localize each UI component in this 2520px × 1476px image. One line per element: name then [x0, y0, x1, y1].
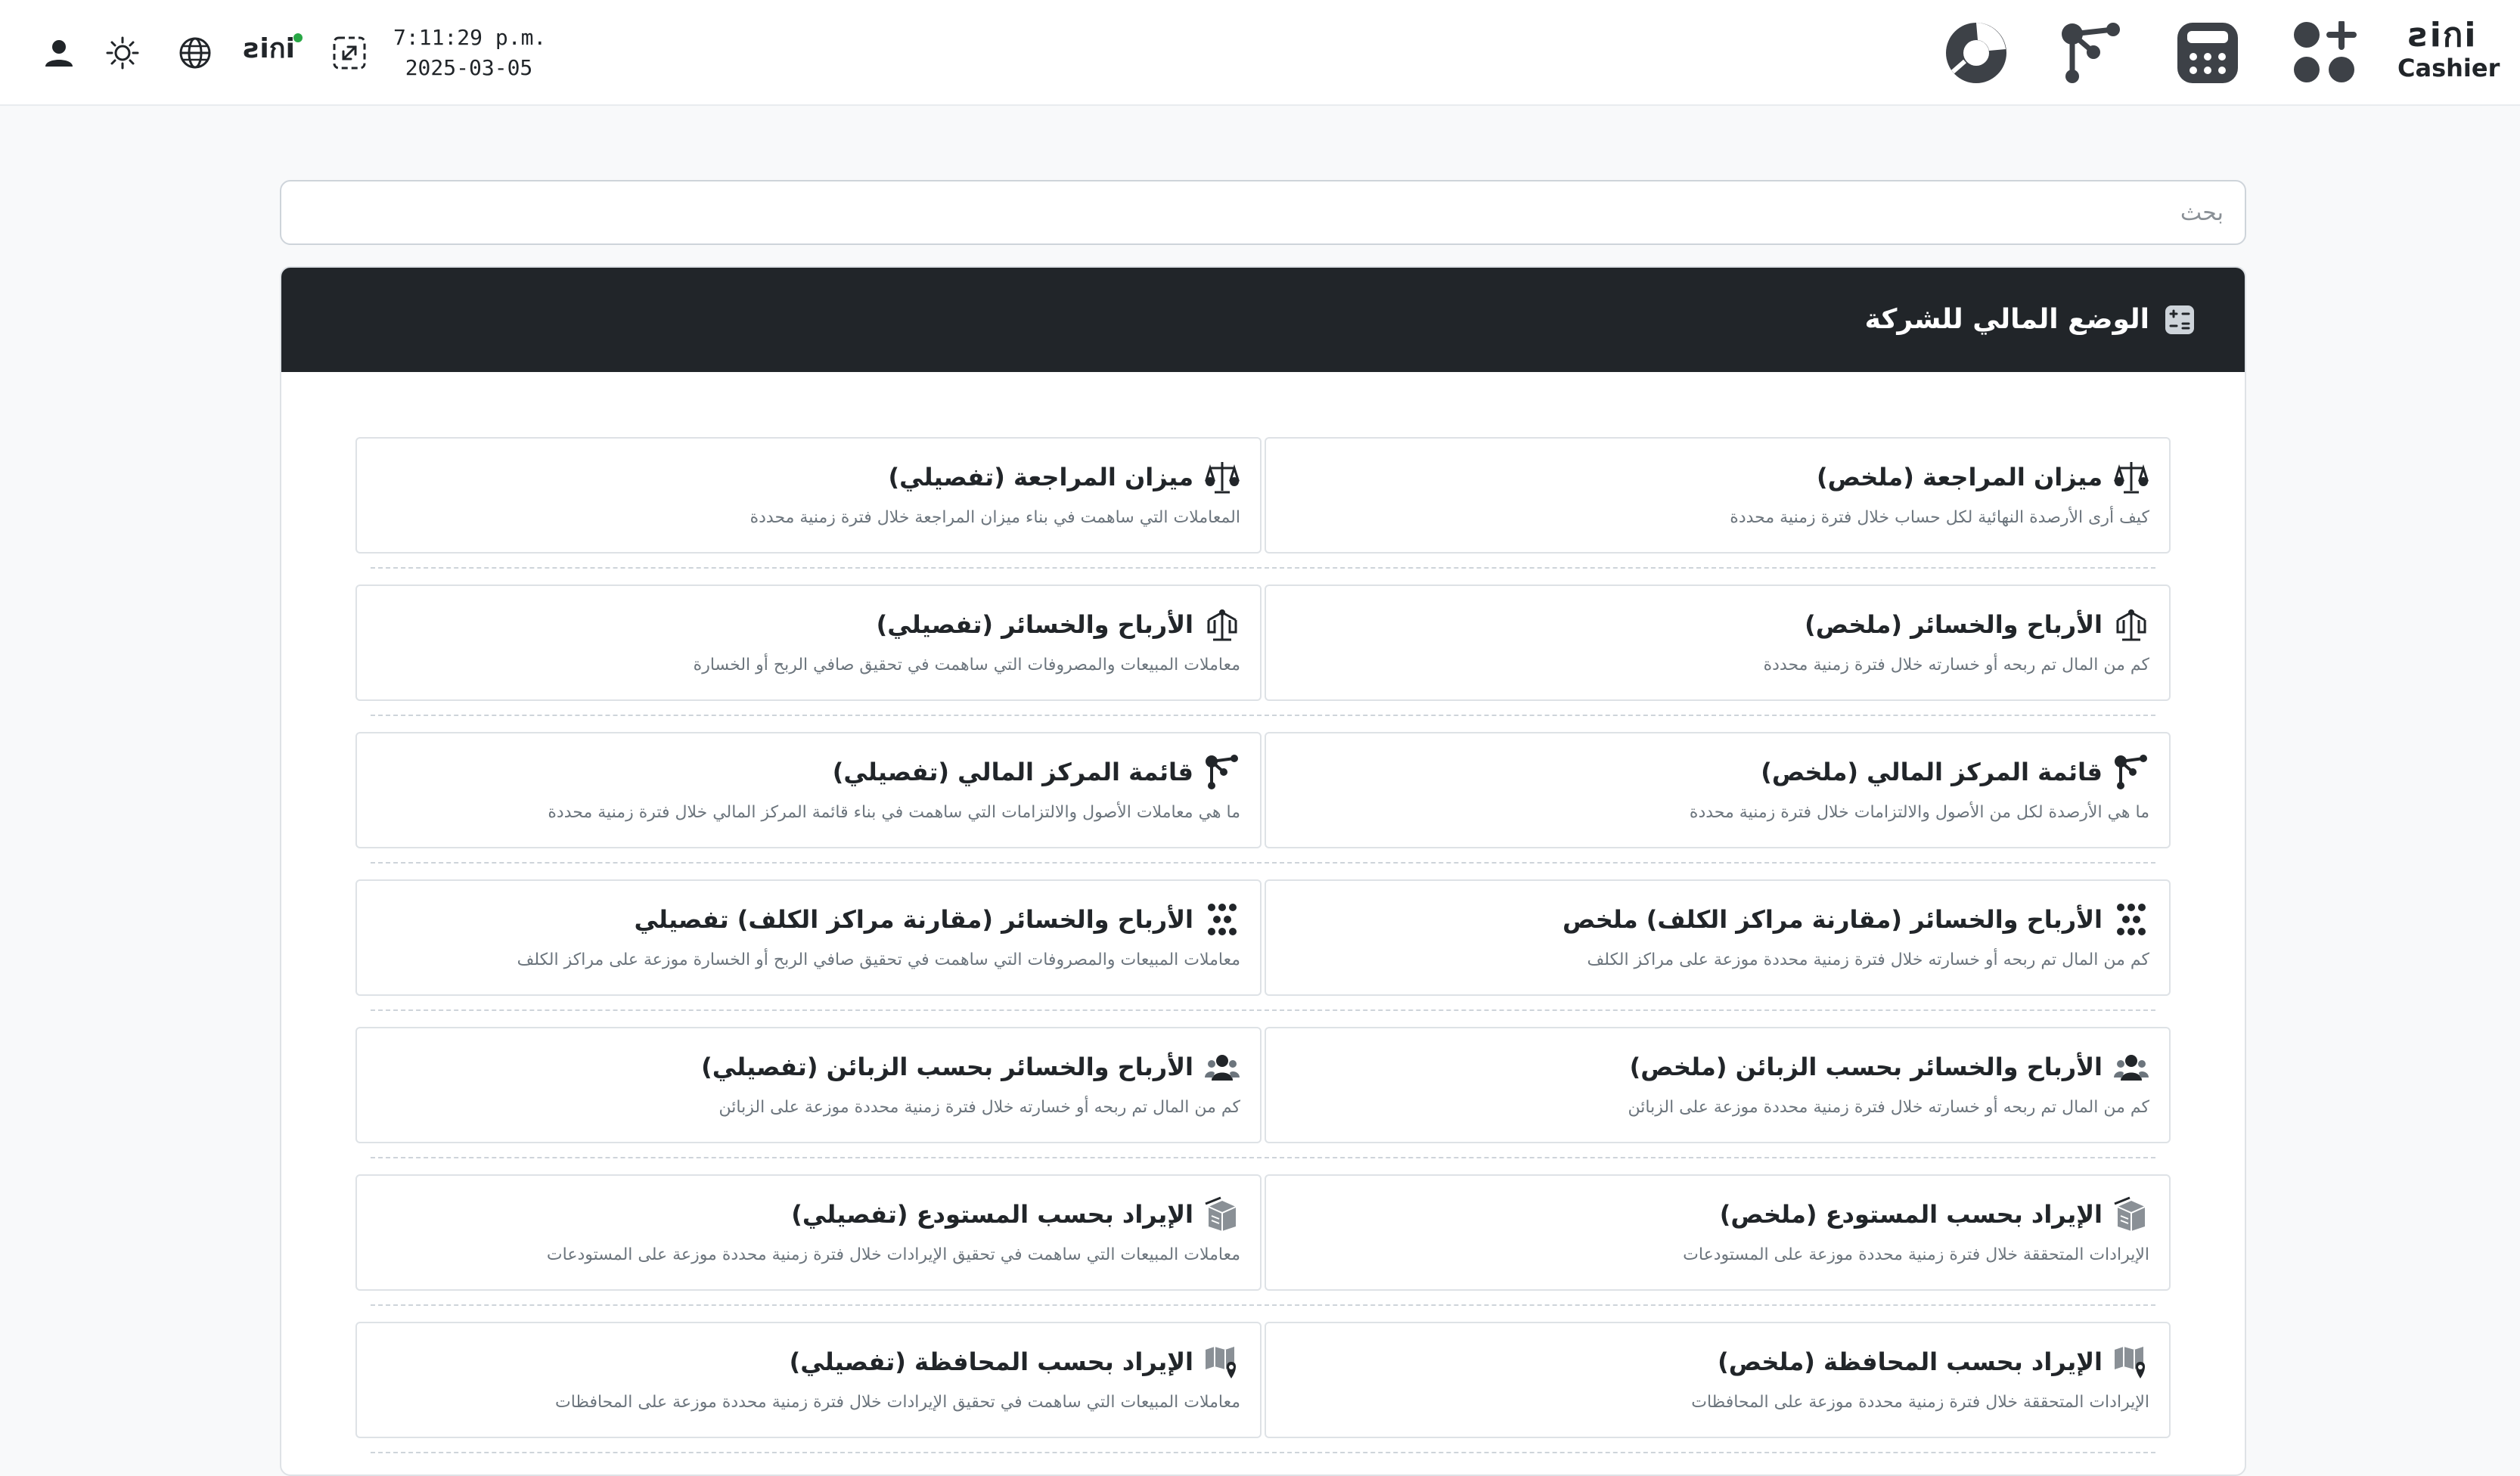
report-revenue-warehouse-summary[interactable]: الإيراد بحسب المستودع (ملخص) الإيرادات ا…: [1265, 1174, 2171, 1291]
report-row: الإيراد بحسب المستودع (ملخص) الإيرادات ا…: [355, 1174, 2171, 1322]
report-title: الأرباح والخسائر (مقارنة مراكز الكلف) تف…: [634, 905, 1193, 934]
report-description: معاملات المبيعات والمصروفات التي ساهمت ف…: [693, 656, 1240, 674]
report-profit-loss-detail[interactable]: الأرباح والخسائر (تفصيلي) معاملات المبيع…: [355, 585, 1262, 701]
search-input[interactable]: [280, 180, 2246, 245]
status-dot: [293, 33, 303, 42]
calculator-icon: [2162, 302, 2198, 338]
report-title: قائمة المركز المالي (تفصيلي): [832, 758, 1193, 786]
report-revenue-warehouse-detail[interactable]: الإيراد بحسب المستودع (تفصيلي) معاملات ا…: [355, 1174, 1262, 1291]
report-title: الأرباح والخسائر (مقارنة مراكز الكلف) مل…: [1563, 905, 2103, 934]
report-title: الإيراد بحسب المحافظة (ملخص): [1718, 1347, 2103, 1376]
report-title: الإيراد بحسب المستودع (ملخص): [1719, 1200, 2103, 1229]
graph-nodes-icon: [1204, 754, 1240, 790]
small-logo-text: ƨiกi: [244, 33, 295, 64]
clock-time: 7:11:29 p.m.: [393, 25, 547, 50]
report-row: الأرباح والخسائر بحسب الزبائن (ملخص) كم …: [355, 1027, 2171, 1174]
report-description: الإيرادات المتحققة خلال فترة زمنية محددة…: [1691, 1393, 2149, 1412]
report-row: الأرباح والخسائر (مقارنة مراكز الكلف) مل…: [355, 879, 2171, 1027]
report-title: ميزان المراجعة (ملخص): [1816, 463, 2103, 491]
card-header: الوضع المالي للشركة: [281, 268, 2245, 372]
dots-grid-icon: [2113, 901, 2149, 938]
report-description: كم من المال تم ربحه أو خسارته خلال فترة …: [1587, 950, 2149, 969]
report-title: الإيراد بحسب المحافظة (تفصيلي): [789, 1347, 1193, 1376]
user-icon[interactable]: [30, 24, 88, 82]
report-description: معاملات المبيعات والمصروفات التي ساهمت ف…: [517, 950, 1240, 969]
report-revenue-governorate-detail[interactable]: الإيراد بحسب المحافظة (تفصيلي) معاملات ا…: [355, 1322, 1262, 1438]
report-pl-customers-detail[interactable]: الأرباح والخسائر بحسب الزبائن (تفصيلي) ك…: [355, 1027, 1262, 1143]
brand-wordmark: ƨiกi: [2408, 16, 2478, 54]
financial-position-card: الوضع المالي للشركة ميزان المراجعة (ملخص…: [280, 266, 2246, 1476]
report-row: الإيراد بحسب المحافظة (ملخص) الإيرادات ا…: [355, 1322, 2171, 1469]
report-description: كيف أرى الأرصدة النهائية لكل حساب خلال ف…: [1730, 508, 2149, 527]
report-description: معاملات المبيعات التي ساهمت في تحقيق الإ…: [555, 1393, 1240, 1412]
map-pin-icon: [2113, 1344, 2149, 1380]
dots-grid-icon: [1204, 901, 1240, 938]
report-row: ميزان المراجعة (ملخص) كيف أرى الأرصدة ال…: [355, 437, 2171, 585]
report-description: ما هي معاملات الأصول والالتزامات التي سا…: [548, 803, 1240, 822]
report-title: الأرباح والخسائر (ملخص): [1805, 610, 2103, 639]
section-title: الوضع المالي للشركة: [1864, 304, 2149, 335]
report-row: الأرباح والخسائر (ملخص) كم من المال تم ر…: [355, 585, 2171, 732]
report-pl-cost-centers-detail[interactable]: الأرباح والخسائر (مقارنة مراكز الكلف) تف…: [355, 879, 1262, 996]
users-icon: [2113, 1049, 2149, 1085]
report-description: كم من المال تم ربحه أو خسارته خلال فترة …: [1763, 656, 2149, 674]
warehouse-boxes-icon: [1204, 1196, 1240, 1233]
report-description: المعاملات التي ساهمت في بناء ميزان المرا…: [749, 508, 1240, 527]
report-description: ما هي الأرصدة لكل من الأصول والالتزامات …: [1689, 803, 2149, 822]
globe-icon[interactable]: [166, 24, 224, 82]
report-revenue-governorate-summary[interactable]: الإيراد بحسب المحافظة (ملخص) الإيرادات ا…: [1265, 1322, 2171, 1438]
report-description: معاملات المبيعات التي ساهمت في تحقيق الإ…: [546, 1245, 1240, 1264]
report-trial-balance-summary[interactable]: ميزان المراجعة (ملخص) كيف أرى الأرصدة ال…: [1265, 437, 2171, 554]
report-pl-customers-summary[interactable]: الأرباح والخسائر بحسب الزبائن (ملخص) كم …: [1265, 1027, 2171, 1143]
users-icon: [1204, 1049, 1240, 1085]
gini-status-logo[interactable]: ƨiกi: [244, 30, 304, 76]
warehouse-boxes-icon: [2113, 1196, 2149, 1233]
clock-date: 2025-03-05: [405, 55, 533, 80]
report-title: الأرباح والخسائر بحسب الزبائن (ملخص): [1629, 1053, 2103, 1081]
calculator-icon[interactable]: [2177, 22, 2239, 84]
scale-icon: [1204, 459, 1240, 495]
report-title: الإيراد بحسب المستودع (تفصيلي): [791, 1200, 1193, 1229]
sun-icon[interactable]: [94, 24, 151, 82]
map-pin-icon: [1204, 1344, 1240, 1380]
report-title: الأرباح والخسائر بحسب الزبائن (تفصيلي): [701, 1053, 1193, 1081]
brand-subtitle: Cashier: [2397, 54, 2500, 82]
expand-icon[interactable]: [321, 24, 378, 82]
datetime-display: 7:11:29 p.m. 2025-03-05: [393, 23, 547, 83]
report-title: الأرباح والخسائر (تفصيلي): [876, 610, 1193, 639]
report-description: الإيرادات المتحققة خلال فترة زمنية محددة…: [1683, 1245, 2149, 1264]
graph-nodes-icon[interactable]: [2060, 22, 2122, 84]
report-title: قائمة المركز المالي (ملخص): [1761, 758, 2103, 786]
reports-grid: ميزان المراجعة (ملخص) كيف أرى الأرصدة ال…: [281, 372, 2245, 1469]
balance-scale-icon: [2113, 606, 2149, 643]
report-balance-sheet-detail[interactable]: قائمة المركز المالي (تفصيلي) ما هي معامل…: [355, 732, 1262, 848]
pie-chart-icon[interactable]: [1945, 22, 2007, 84]
report-balance-sheet-summary[interactable]: قائمة المركز المالي (ملخص) ما هي الأرصدة…: [1265, 732, 2171, 848]
brand-logo[interactable]: ƨiกi Cashier: [2397, 16, 2500, 89]
report-trial-balance-detail[interactable]: ميزان المراجعة (تفصيلي) المعاملات التي س…: [355, 437, 1262, 554]
report-description: كم من المال تم ربحه أو خسارته خلال فترة …: [718, 1098, 1240, 1117]
scale-icon: [2113, 459, 2149, 495]
graph-nodes-icon: [2113, 754, 2149, 790]
report-profit-loss-summary[interactable]: الأرباح والخسائر (ملخص) كم من المال تم ر…: [1265, 585, 2171, 701]
report-pl-cost-centers-summary[interactable]: الأرباح والخسائر (مقارنة مراكز الكلف) مل…: [1265, 879, 2171, 996]
report-title: ميزان المراجعة (تفصيلي): [888, 463, 1193, 491]
report-description: كم من المال تم ربحه أو خسارته خلال فترة …: [1628, 1098, 2149, 1117]
top-bar: ƨiกi 7:11:29 p.m. 2025-03-05 ƨiกi Cashie…: [0, 0, 2520, 106]
apps-add-icon[interactable]: [2293, 21, 2357, 85]
report-row: قائمة المركز المالي (ملخص) ما هي الأرصدة…: [355, 732, 2171, 879]
balance-scale-icon: [1204, 606, 1240, 643]
